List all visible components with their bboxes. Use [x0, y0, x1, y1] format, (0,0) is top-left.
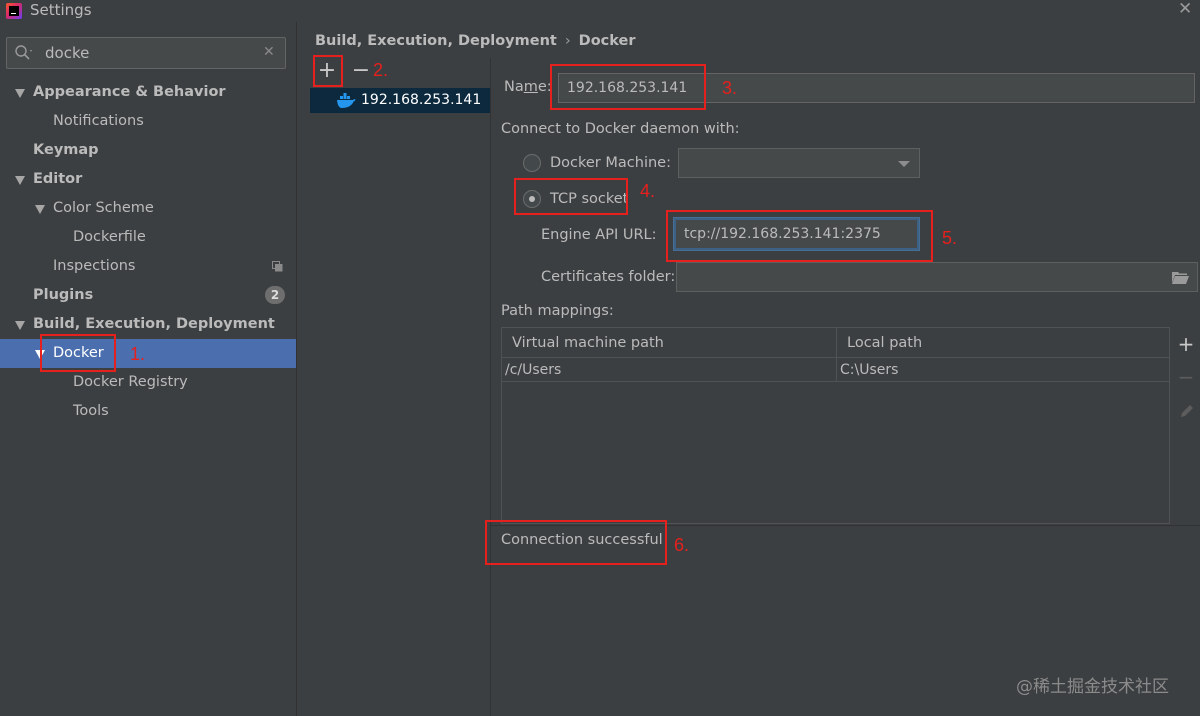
breadcrumb: Build, Execution, Deployment › Docker: [315, 33, 636, 49]
sidebar-item-editor[interactable]: Editor: [0, 165, 296, 194]
list-divider: [490, 58, 491, 716]
engine-api-url-field[interactable]: [674, 218, 919, 250]
search-input[interactable]: [45, 42, 255, 64]
add-server-button[interactable]: +: [315, 58, 339, 84]
tcp-socket-radio[interactable]: [523, 190, 541, 208]
server-list-item[interactable]: 192.168.253.141: [310, 88, 490, 113]
sidebar-item-inspections[interactable]: Inspections: [0, 252, 296, 281]
watermark: @稀土掘金技术社区: [1016, 677, 1169, 697]
sidebar-item-tools[interactable]: Tools: [0, 397, 296, 426]
sidebar-item-build-execution-deployment[interactable]: Build, Execution, Deployment: [0, 310, 296, 339]
chevron-down-icon: [898, 161, 910, 167]
expand-triangle-icon[interactable]: [15, 176, 25, 185]
annotation-label-5: 5.: [942, 228, 958, 248]
docker-machine-label: Docker Machine:: [550, 155, 671, 171]
add-mapping-button[interactable]: +: [1176, 333, 1196, 355]
expand-triangle-icon[interactable]: [35, 350, 45, 359]
column-header-virtual-path[interactable]: Virtual machine path: [502, 328, 836, 358]
sidebar-item-dockerfile[interactable]: Dockerfile: [0, 223, 296, 252]
intellij-logo-icon: [6, 3, 22, 19]
folder-icon[interactable]: [1172, 271, 1189, 284]
annotation-label-3: 3.: [722, 78, 738, 98]
breadcrumb-current: Docker: [578, 33, 636, 49]
docker-machine-dropdown[interactable]: [678, 148, 920, 178]
annotation-label-6: 6.: [674, 535, 690, 555]
project-level-icon: [272, 261, 283, 272]
column-header-local-path[interactable]: Local path: [836, 328, 1169, 358]
status-divider: [491, 525, 1200, 526]
breadcrumb-parent: Build, Execution, Deployment: [315, 33, 557, 49]
tcp-socket-label: TCP socket: [550, 191, 629, 207]
annotation-label-1: 1.: [130, 344, 146, 364]
name-field[interactable]: [558, 73, 1195, 103]
engine-api-url-label: Engine API URL:: [541, 227, 657, 243]
docker-whale-icon: [337, 93, 356, 108]
sidebar-divider: [296, 22, 297, 716]
remove-server-button[interactable]: −: [349, 58, 373, 84]
breadcrumb-separator: ›: [564, 33, 571, 49]
search-icon: [15, 45, 32, 60]
clear-search-icon[interactable]: ✕: [263, 44, 275, 60]
sidebar-item-notifications[interactable]: Notifications: [0, 107, 296, 136]
remove-mapping-button[interactable]: −: [1176, 366, 1196, 388]
plugins-count-badge: 2: [265, 286, 285, 304]
virtual-path-cell[interactable]: /c/Users: [502, 358, 836, 382]
annotation-label-4: 4.: [640, 181, 656, 201]
docker-server-list: [310, 88, 490, 716]
path-mappings-table: Virtual machine path Local path /c/Users…: [501, 327, 1170, 524]
connect-daemon-label: Connect to Docker daemon with:: [501, 121, 740, 137]
close-icon[interactable]: ✕: [1178, 0, 1192, 19]
local-path-cell[interactable]: C:\Users: [836, 358, 1169, 382]
table-row[interactable]: /c/Users C:\Users: [502, 358, 1169, 382]
expand-triangle-icon[interactable]: [15, 89, 25, 98]
path-mappings-label: Path mappings:: [501, 303, 614, 319]
annotation-label-2: 2.: [373, 60, 389, 80]
expand-triangle-icon[interactable]: [35, 205, 45, 214]
sidebar-item-keymap[interactable]: Keymap: [0, 136, 296, 165]
server-name-label: 192.168.253.141: [361, 92, 482, 108]
sidebar-item-plugins[interactable]: Plugins 2: [0, 281, 296, 310]
connection-status-text: Connection successful: [501, 532, 663, 548]
sidebar-item-appearance-behavior[interactable]: Appearance & Behavior: [0, 78, 296, 107]
name-label: Name:: [504, 79, 552, 95]
edit-pencil-icon[interactable]: [1178, 402, 1196, 420]
certificates-folder-label: Certificates folder:: [541, 269, 676, 285]
certificates-folder-field[interactable]: [676, 262, 1198, 292]
sidebar-item-color-scheme[interactable]: Color Scheme: [0, 194, 296, 223]
sidebar-item-docker-registry[interactable]: Docker Registry: [0, 368, 296, 397]
title-bar: Settings ✕: [0, 0, 1200, 22]
sidebar-item-docker[interactable]: Docker: [0, 339, 296, 368]
window-title: Settings: [30, 1, 92, 19]
settings-search[interactable]: ✕: [6, 37, 286, 69]
table-header: Virtual machine path Local path: [502, 328, 1169, 358]
expand-triangle-icon[interactable]: [15, 321, 25, 330]
docker-machine-radio[interactable]: [523, 154, 541, 172]
